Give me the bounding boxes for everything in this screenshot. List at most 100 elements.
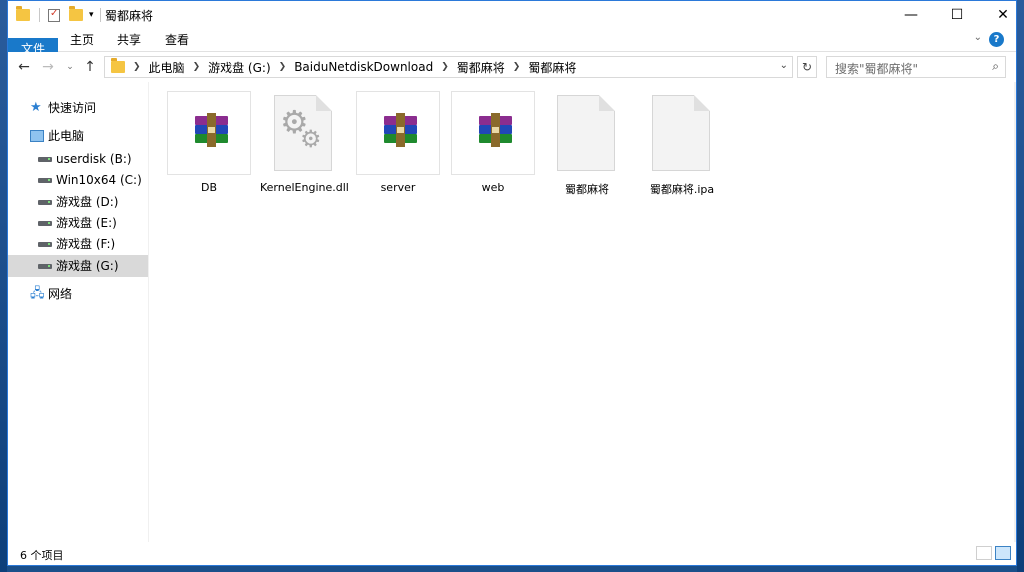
navigation-pane: ★ 快速访问 此电脑 userdisk (B:) Win10x64 (C:) 游… <box>8 82 149 542</box>
rar-archive-icon <box>195 113 228 147</box>
search-icon: ⌕ <box>992 59 999 73</box>
drive-icon <box>38 242 52 247</box>
item-count: 6 个项目 <box>20 549 64 562</box>
recent-locations-button[interactable]: ⌄ <box>60 57 80 77</box>
sidebar-item-label: 游戏盘 (E:) <box>56 216 117 230</box>
refresh-button[interactable]: ↻ <box>797 56 817 78</box>
file-thumbnail <box>640 91 724 175</box>
folder-icon <box>16 6 30 21</box>
breadcrumb: ❯ 此电脑 ❯ 游戏盘 (G:) ❯ BaiduNetdiskDownload … <box>111 57 576 77</box>
sidebar-item-label: Win10x64 (C:) <box>56 173 142 187</box>
tab-view[interactable]: 查看 <box>158 29 196 51</box>
rar-archive-icon <box>479 113 512 147</box>
toolbar-divider <box>99 8 101 22</box>
system-drive-icon <box>38 178 52 183</box>
breadcrumb-item[interactable]: 此电脑 <box>149 59 185 76</box>
blank-file-icon <box>652 95 710 171</box>
title-bar[interactable]: ✓ ▾ 蜀都麻将 — ☐ ✕ <box>8 1 1016 29</box>
minimize-icon: — <box>904 7 918 23</box>
file-thumbnail <box>545 91 629 175</box>
sidebar-item-drive-b[interactable]: userdisk (B:) <box>8 148 148 170</box>
file-name: server <box>380 181 416 194</box>
sidebar-item-drive-g[interactable]: 游戏盘 (G:) <box>8 255 148 277</box>
rar-archive-icon <box>384 113 417 147</box>
file-item-web[interactable]: web <box>449 91 537 194</box>
sidebar-item-label: 游戏盘 (F:) <box>56 237 116 251</box>
folder-icon <box>111 58 125 73</box>
up-button[interactable]: ↑ <box>80 57 100 77</box>
chevron-right-icon[interactable]: ❯ <box>441 62 449 72</box>
breadcrumb-item[interactable]: 游戏盘 (G:) <box>208 59 271 76</box>
breadcrumb-item[interactable]: 蜀都麻将 <box>457 59 505 76</box>
blank-file-icon <box>557 95 615 171</box>
back-button[interactable]: ← <box>14 57 34 77</box>
breadcrumb-item[interactable]: BaiduNetdiskDownload <box>294 60 433 74</box>
file-item-db[interactable]: DB <box>165 91 253 194</box>
file-thumbnail <box>451 91 535 175</box>
sidebar-item-drive-d[interactable]: 游戏盘 (D:) <box>8 191 148 213</box>
close-icon: ✕ <box>997 7 1009 23</box>
file-name: 蜀都麻将.ipa <box>649 183 715 196</box>
desktop-left-edge <box>0 0 7 572</box>
sidebar-item-drive-c[interactable]: Win10x64 (C:) <box>8 169 148 191</box>
sidebar-item-drive-f[interactable]: 游戏盘 (F:) <box>8 233 148 255</box>
sidebar-item-label: userdisk (B:) <box>56 152 132 166</box>
customize-toolbar-icon[interactable]: ▾ <box>89 10 94 20</box>
sidebar-item-this-pc[interactable]: 此电脑 <box>8 125 148 147</box>
sidebar-item-label: 游戏盘 (G:) <box>56 259 119 273</box>
sidebar-item-label: 网络 <box>48 287 73 301</box>
large-icons-view-button[interactable] <box>995 546 1011 560</box>
sidebar-item-network[interactable]: 🖧 网络 <box>8 283 148 305</box>
file-item-shudu-majiang-ipa[interactable]: 蜀都麻将.ipa <box>638 91 726 197</box>
file-list: DB ⚙ ⚙ KernelEngine.dll server web 蜀都麻将 … <box>149 82 1016 542</box>
navigation-bar: ← → ⌄ ↑ ❯ 此电脑 ❯ 游戏盘 (G:) ❯ BaiduNetdiskD… <box>8 52 1016 82</box>
file-name: DB <box>200 181 218 194</box>
network-icon: 🖧 <box>30 286 45 301</box>
chevron-right-icon[interactable]: ❯ <box>513 62 521 72</box>
file-thumbnail <box>167 91 251 175</box>
breadcrumb-item[interactable]: 蜀都麻将 <box>528 59 576 76</box>
tab-share[interactable]: 共享 <box>110 29 148 51</box>
file-item-server[interactable]: server <box>354 91 442 194</box>
sidebar-item-drive-e[interactable]: 游戏盘 (E:) <box>8 212 148 234</box>
scrollbar[interactable] <box>1014 82 1016 542</box>
file-item-shudu-majiang[interactable]: 蜀都麻将 <box>543 91 631 197</box>
ribbon-tabs: 文件 主页 共享 查看 ⌄ ? <box>8 29 1016 60</box>
close-button[interactable]: ✕ <box>980 1 1016 29</box>
details-view-button[interactable] <box>976 546 992 560</box>
desktop-right-edge <box>1017 0 1024 572</box>
file-name: web <box>481 181 505 194</box>
toolbar-divider <box>39 8 40 22</box>
search-placeholder: 搜索"蜀都麻将" <box>835 62 919 76</box>
properties-icon[interactable]: ✓ <box>48 8 60 22</box>
minimize-button[interactable]: — <box>888 1 934 29</box>
drive-icon <box>38 264 52 269</box>
search-input[interactable]: 搜索"蜀都麻将" ⌕ <box>826 56 1006 78</box>
computer-icon <box>30 130 44 142</box>
sidebar-item-quick-access[interactable]: ★ 快速访问 <box>8 97 148 119</box>
forward-button[interactable]: → <box>38 57 58 77</box>
maximize-icon: ☐ <box>950 7 964 23</box>
maximize-button[interactable]: ☐ <box>934 1 980 29</box>
expand-ribbon-icon[interactable]: ⌄ <box>974 32 982 43</box>
file-thumbnail <box>356 91 440 175</box>
sidebar-item-label: 快速访问 <box>48 101 97 115</box>
file-thumbnail: ⚙ ⚙ <box>262 91 346 175</box>
tab-home[interactable]: 主页 <box>63 29 101 51</box>
drive-icon <box>38 157 52 162</box>
drive-icon <box>38 221 52 226</box>
sidebar-item-label: 此电脑 <box>48 129 85 143</box>
help-icon[interactable]: ? <box>989 32 1004 47</box>
file-item-kernelengine-dll[interactable]: ⚙ ⚙ KernelEngine.dll <box>260 91 349 194</box>
chevron-down-icon[interactable]: ⌄ <box>780 60 788 71</box>
chevron-right-icon[interactable]: ❯ <box>133 62 141 72</box>
new-folder-icon[interactable] <box>69 6 83 21</box>
file-name: KernelEngine.dll <box>260 181 349 194</box>
chevron-right-icon[interactable]: ❯ <box>193 62 201 72</box>
chevron-right-icon[interactable]: ❯ <box>279 62 287 72</box>
quick-access-toolbar: ✓ ▾ <box>16 6 101 24</box>
window-title: 蜀都麻将 <box>105 9 154 23</box>
address-bar[interactable]: ❯ 此电脑 ❯ 游戏盘 (G:) ❯ BaiduNetdiskDownload … <box>104 56 793 78</box>
file-explorer-window: ✓ ▾ 蜀都麻将 — ☐ ✕ 文件 主页 共享 查看 ⌄ ? ← → ⌄ ↑ ❯… <box>7 0 1017 566</box>
status-bar: 6 个项目 <box>8 542 1016 565</box>
